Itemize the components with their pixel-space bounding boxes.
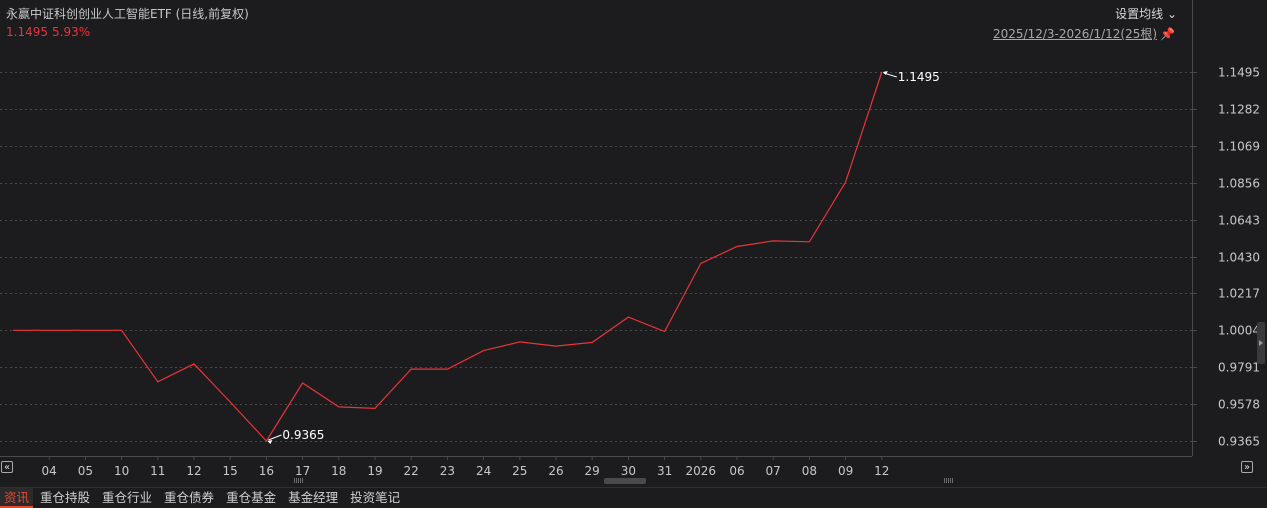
last-price-readout: 1.1495 5.93%: [6, 25, 94, 39]
y-tick-label: 1.1495: [1218, 66, 1260, 80]
date-range-selector[interactable]: 2025/12/3-2026/1/12(25根) 📌: [993, 25, 1175, 42]
tab-3[interactable]: 重仓债券: [159, 488, 219, 508]
annotation-label: 0.9365: [282, 428, 324, 442]
chevron-down-icon: ⌄: [1166, 7, 1177, 21]
chart-scroll-thumb[interactable]: [604, 478, 646, 484]
y-tick-label: 1.1069: [1218, 140, 1260, 154]
x-tick-label: 12: [186, 464, 201, 478]
date-range-label: 2025/12/3-2026/1/12(25根): [993, 27, 1158, 41]
x-tick-label: 24: [476, 464, 491, 478]
y-tick-label: 1.0217: [1218, 287, 1260, 301]
ma-setting-dropdown[interactable]: 设置均线 ⌄: [1115, 5, 1177, 22]
resize-grip-right[interactable]: [944, 478, 953, 483]
x-tick-label: 07: [766, 464, 781, 478]
tab-6[interactable]: 投资笔记: [345, 488, 405, 508]
chart-grid: [0, 72, 1197, 442]
x-tick-label: 22: [404, 464, 419, 478]
tab-0[interactable]: 资讯: [0, 488, 34, 508]
change-percent: 5.93%: [52, 25, 91, 39]
x-tick-label: 26: [548, 464, 563, 478]
x-tick-label: 19: [367, 464, 382, 478]
ma-setting-label: 设置均线: [1115, 7, 1164, 21]
chart-title: 永赢中证科创创业人工智能ETF (日线,前复权): [6, 7, 249, 21]
x-tick-label: 04: [42, 464, 57, 478]
y-tick-label: 0.9791: [1218, 361, 1260, 375]
annotation-label: 1.1495: [898, 70, 940, 84]
price-series-line: [13, 71, 883, 442]
extreme-annotations: 1.1495 0.9365: [267, 70, 940, 444]
y-tick-label: 0.9578: [1218, 398, 1260, 412]
x-tick-label: 31: [657, 464, 672, 478]
x-tick-label: 16: [259, 464, 274, 478]
x-tick-label: 10: [114, 464, 129, 478]
x-tick-label: 15: [223, 464, 238, 478]
pin-icon[interactable]: 📌: [1160, 27, 1175, 41]
y-tick-label: 1.0643: [1218, 214, 1260, 228]
double-chevron-left-icon[interactable]: «: [1, 461, 13, 473]
x-tick-label: 17: [295, 464, 310, 478]
x-tick-label: 11: [150, 464, 165, 478]
x-tick-label: 23: [440, 464, 455, 478]
tab-2[interactable]: 重仓行业: [97, 488, 157, 508]
tab-4[interactable]: 重仓基金: [221, 488, 281, 508]
y-tick-label: 0.9365: [1218, 435, 1260, 449]
y-tick-label: 1.0856: [1218, 177, 1260, 191]
y-tick-label: 1.0430: [1218, 251, 1260, 265]
x-tick-label: 29: [585, 464, 600, 478]
tab-1[interactable]: 重仓持股: [35, 488, 95, 508]
x-tick-label: 05: [78, 464, 93, 478]
x-tick-label: 25: [512, 464, 527, 478]
x-axis-ticks: 04 05 10 11 12 15 16 17 18 19 22 23 24 25 26 29 30 31 2026…: [42, 456, 889, 478]
bottom-tab-bar: 资讯 重仓持股 重仓行业 重仓债券 重仓基金 基金经理 投资笔记: [0, 487, 1267, 508]
double-chevron-right-icon[interactable]: »: [1241, 461, 1253, 473]
side-panel-toggle[interactable]: [1257, 322, 1265, 364]
x-tick-label: 12: [874, 464, 889, 478]
resize-grip-left[interactable]: [294, 478, 303, 483]
price-line-chart[interactable]: 1.1495 1.1282 1.1069 1.0856 1.0643 1.0430 1.02…: [0, 0, 1267, 487]
x-tick-label: 06: [729, 464, 744, 478]
x-tick-label: 18: [331, 464, 346, 478]
tab-5[interactable]: 基金经理: [283, 488, 343, 508]
x-tick-label: 08: [802, 464, 817, 478]
last-price: 1.1495: [6, 25, 48, 39]
y-tick-label: 1.1282: [1218, 103, 1260, 117]
y-axis-ticks: 1.1495 1.1282 1.1069 1.0856 1.0643 1.0430 1.02…: [1218, 66, 1260, 449]
x-tick-label: 30: [621, 464, 636, 478]
x-tick-label: 09: [838, 464, 853, 478]
y-tick-label: 1.0004: [1218, 324, 1260, 338]
x-tick-label: 2026: [686, 464, 717, 478]
